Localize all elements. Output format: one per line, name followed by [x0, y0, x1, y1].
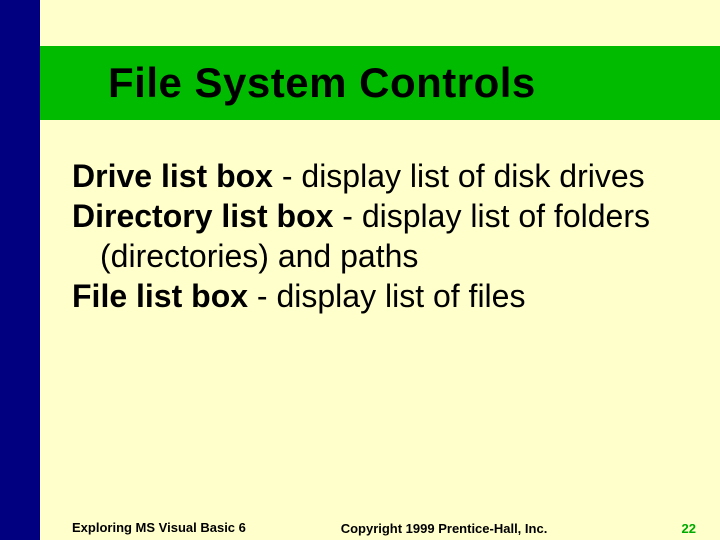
desc: - display list of disk drives: [273, 158, 645, 194]
term: Directory list box: [72, 198, 333, 234]
side-stripe: [0, 0, 40, 540]
desc: - display list of files: [248, 278, 525, 314]
term: File list box: [72, 278, 248, 314]
body-item: File list box - display list of files: [72, 276, 672, 316]
slide-title: File System Controls: [40, 46, 720, 120]
slide-footer: Exploring MS Visual Basic 6 Copyright 19…: [72, 521, 696, 536]
body-item: Directory list box - display list of fol…: [72, 196, 672, 276]
footer-copyright: Copyright 1999 Prentice-Hall, Inc.: [252, 521, 636, 536]
footer-left: Exploring MS Visual Basic 6: [72, 521, 252, 536]
slide: File System Controls Drive list box - di…: [0, 0, 720, 540]
body-item: Drive list box - display list of disk dr…: [72, 156, 672, 196]
slide-body: Drive list box - display list of disk dr…: [72, 156, 672, 316]
term: Drive list box: [72, 158, 273, 194]
footer-page-number: 22: [636, 521, 696, 536]
